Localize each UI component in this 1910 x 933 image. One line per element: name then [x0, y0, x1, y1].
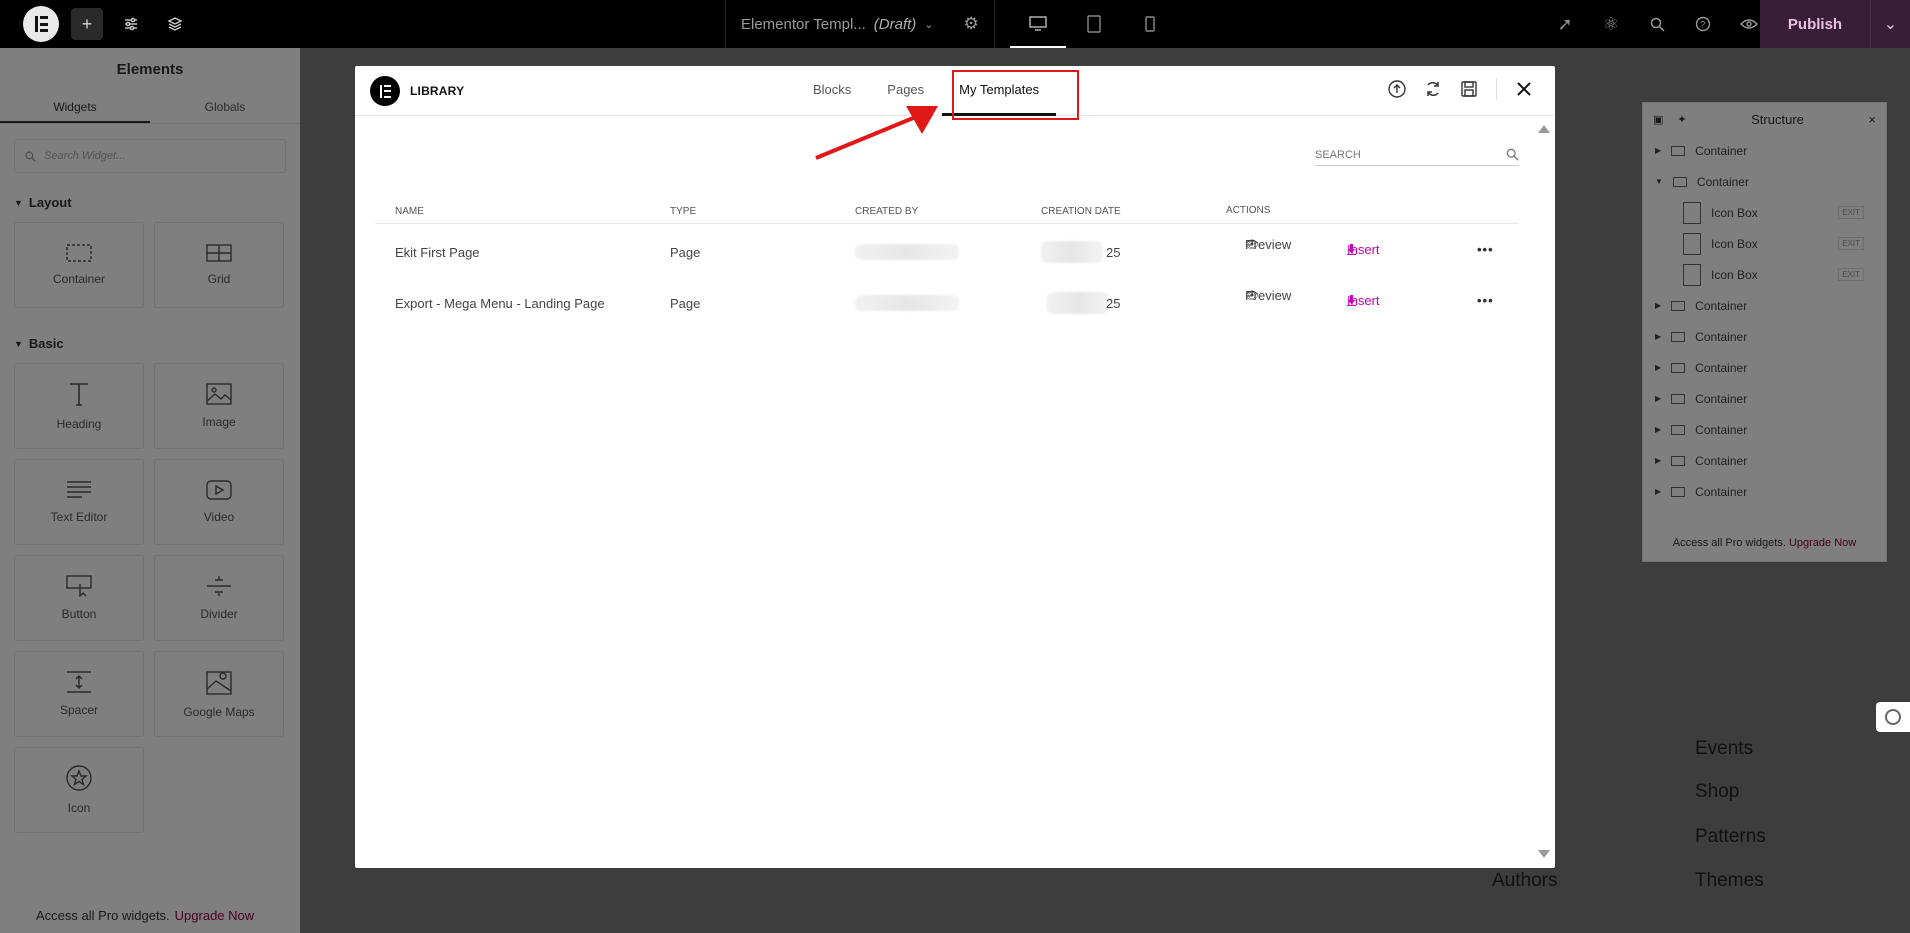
scroll-down-icon[interactable] — [1538, 850, 1550, 858]
more-options-icon[interactable]: ••• — [1477, 293, 1494, 308]
insert-label: Insert — [1347, 242, 1380, 257]
table-row: Export - Mega Menu - Landing Page Page 2… — [375, 281, 1519, 325]
search-icon[interactable] — [1641, 8, 1673, 40]
col-actions: ACTIONS — [1226, 205, 1271, 216]
publish-button[interactable]: Publish ⌄ — [1760, 0, 1910, 48]
template-library-modal: LIBRARY Blocks Pages My Templates SEARCH — [355, 66, 1555, 868]
template-name: Ekit First Page — [395, 245, 480, 260]
library-tools — [1386, 78, 1535, 100]
tablet-icon[interactable] — [1066, 0, 1122, 48]
table-row: Ekit First Page Page 25 👁 Preview Insert… — [375, 230, 1519, 274]
scroll-up-icon[interactable] — [1538, 125, 1550, 133]
insert-label: Insert — [1347, 293, 1380, 308]
elementor-logo-icon[interactable] — [23, 6, 59, 42]
elementor-logo-icon — [370, 76, 400, 106]
document-title-text: Elementor Templ... — [741, 15, 866, 33]
chevron-down-icon: ⌄ — [924, 18, 934, 31]
document-title[interactable]: Elementor Templ... (Draft) ⌄ ⚙ — [725, 0, 995, 48]
notifications-icon[interactable]: ⚛ — [1595, 8, 1627, 40]
import-upload-icon[interactable] — [1386, 78, 1408, 100]
svg-text:?: ? — [1700, 20, 1705, 30]
library-logo: LIBRARY — [370, 76, 464, 106]
floating-assistant-icon[interactable] — [1876, 702, 1910, 732]
library-search-input[interactable]: SEARCH — [1315, 144, 1519, 166]
more-options-icon[interactable]: ••• — [1477, 242, 1494, 257]
rocket-icon[interactable]: ➚ — [1549, 8, 1581, 40]
library-label: LIBRARY — [410, 84, 465, 98]
template-type: Page — [670, 296, 701, 311]
redacted-author — [855, 295, 959, 311]
desktop-icon[interactable] — [1010, 0, 1066, 48]
insert-button[interactable]: Insert — [1347, 293, 1380, 308]
search-icon — [1506, 148, 1519, 161]
search-placeholder: SEARCH — [1315, 148, 1361, 161]
publish-label: Publish — [1787, 15, 1843, 33]
redacted-author — [855, 244, 959, 260]
template-date: 25 — [1106, 245, 1121, 260]
top-bar: + Elementor Templ... (Draft) ⌄ ⚙ ➚ ⚛ ? P… — [0, 0, 1910, 48]
insert-button[interactable]: Insert — [1347, 242, 1380, 257]
document-status: (Draft) — [873, 15, 917, 33]
mobile-icon[interactable] — [1122, 0, 1178, 48]
template-date: 25 — [1106, 296, 1121, 311]
add-element-icon[interactable]: + — [71, 8, 103, 40]
sync-refresh-icon[interactable] — [1422, 78, 1444, 100]
annotation-arrow-icon — [815, 106, 938, 160]
template-name: Export - Mega Menu - Landing Page — [395, 296, 605, 311]
preview-label: Preview — [1245, 287, 1292, 303]
templates-table-header: NAME TYPE CREATED BY CREATION DATE ACTIO… — [375, 196, 1519, 224]
col-created-by: CREATED BY — [855, 206, 919, 217]
redacted-date — [1041, 241, 1103, 263]
chevron-down-icon[interactable]: ⌄ — [1870, 0, 1910, 48]
save-template-icon[interactable] — [1458, 78, 1480, 100]
col-type: TYPE — [670, 206, 697, 217]
preview-label: Preview — [1245, 236, 1292, 252]
page-settings-gear-icon[interactable]: ⚙ — [964, 14, 979, 34]
col-creation-date: CREATION DATE — [1041, 206, 1121, 217]
responsive-switcher — [1010, 0, 1178, 48]
library-header: LIBRARY Blocks Pages My Templates — [355, 66, 1555, 120]
help-icon[interactable]: ? — [1687, 8, 1719, 40]
structure-layers-icon[interactable] — [159, 8, 191, 40]
redacted-date — [1047, 292, 1109, 314]
col-name: NAME — [395, 206, 424, 217]
close-icon[interactable] — [1513, 78, 1535, 100]
site-settings-icon[interactable] — [115, 8, 147, 40]
template-type: Page — [670, 245, 701, 260]
tab-my-templates[interactable]: My Templates — [942, 66, 1057, 116]
